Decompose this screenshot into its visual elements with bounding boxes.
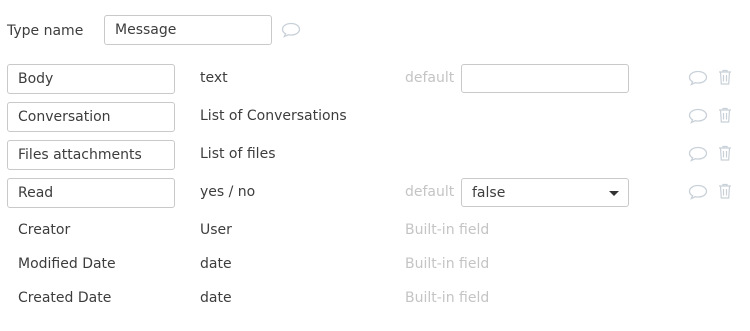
field-name-input-body[interactable]: Body [7,64,175,94]
type-name-label: Type name [7,23,84,39]
trash-icon[interactable] [718,69,732,85]
builtin-field-note-modified-date: Built-in field [405,256,490,272]
builtin-field-note-created-date: Built-in field [405,290,490,306]
builtin-field-type-created-date: date [200,290,232,306]
trash-icon[interactable] [718,107,732,123]
trash-icon[interactable] [718,183,732,199]
builtin-field-name-creator: Creator [18,222,71,238]
default-value-select-read[interactable]: false [461,178,629,207]
trash-icon[interactable] [718,145,732,161]
field-name-input-conversation[interactable]: Conversation [7,102,175,132]
default-label-read: default [405,184,455,200]
default-value-select-text: false [472,185,506,201]
default-label-body: default [405,70,455,86]
comment-icon[interactable] [688,108,708,124]
builtin-field-note-creator: Built-in field [405,222,490,238]
comment-icon[interactable] [688,70,708,86]
builtin-field-type-creator: User [200,222,232,238]
default-value-input-body[interactable] [461,64,629,93]
field-type-body: text [200,70,228,86]
comment-icon[interactable] [281,22,301,38]
field-name-input-files-attachments[interactable]: Files attachments [7,140,175,170]
caret-down-icon [609,191,619,196]
field-type-files-attachments: List of files [200,146,276,162]
builtin-field-type-modified-date: date [200,256,232,272]
field-type-conversation: List of Conversations [200,108,347,124]
field-name-input-read[interactable]: Read [7,178,175,208]
comment-icon[interactable] [688,146,708,162]
builtin-field-name-modified-date: Modified Date [18,256,116,272]
builtin-field-name-created-date: Created Date [18,290,112,306]
type-name-input[interactable]: Message [104,15,272,45]
comment-icon[interactable] [688,184,708,200]
field-type-read: yes / no [200,184,256,200]
